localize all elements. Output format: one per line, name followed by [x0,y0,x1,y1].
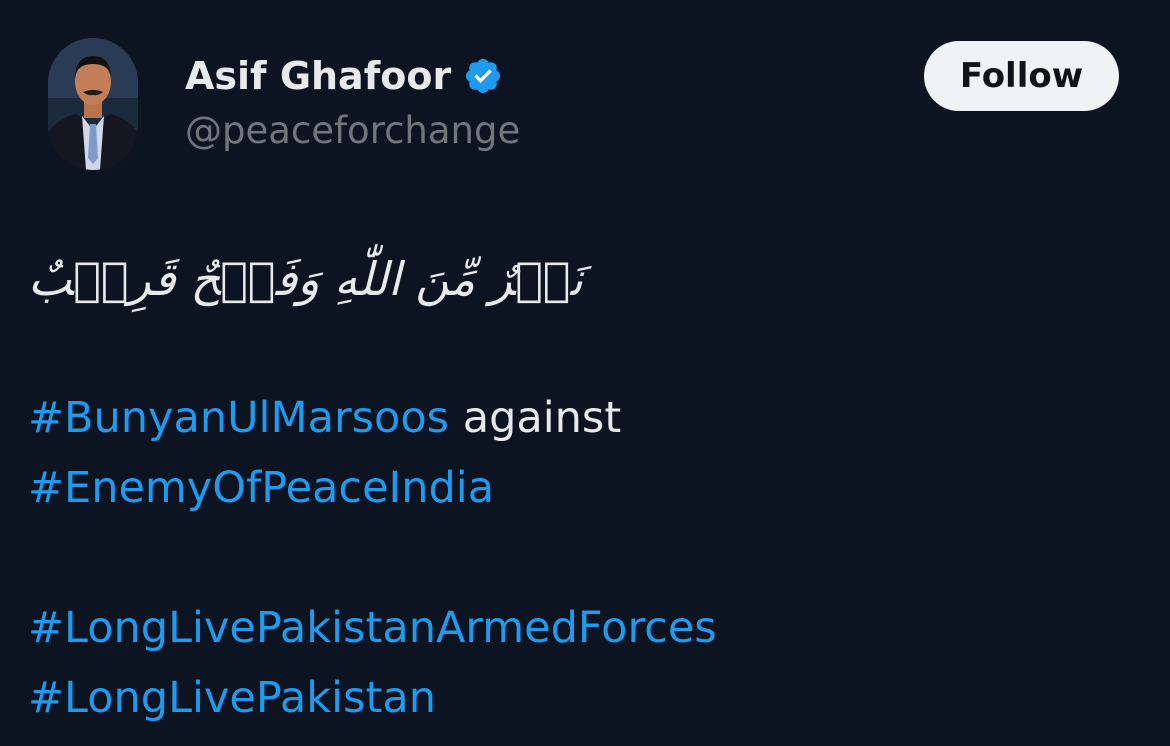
verified-badge-icon [466,58,501,94]
tweet-plain-text: against [462,393,622,443]
arabic-verse: نَصۡرٌ مِّنَ اللّٰهِ وَفَتۡحٌ قَرِيۡبٌ [28,252,584,306]
hashtag-link[interactable]: #BunyanUlMarsoos [28,393,449,443]
follow-button[interactable]: Follow [924,41,1119,111]
author-handle[interactable]: @peaceforchange [185,106,520,156]
tweet-card: Asif Ghafoor @peaceforchange Follow نَصۡ… [0,0,1170,746]
tweet-line-1: #BunyanUlMarsoos against [28,388,621,448]
hashtag-link[interactable]: #LongLivePakistan [28,673,436,723]
tweet-line-2: #EnemyOfPeaceIndia [28,458,494,518]
tweet-line-4: #LongLivePakistan [28,668,436,728]
tweet-line-3: #LongLivePakistanArmedForces [28,598,717,658]
author-display-name[interactable]: Asif Ghafoor [185,50,451,102]
hashtag-link[interactable]: #LongLivePakistanArmedForces [28,603,717,653]
author-name-row: Asif Ghafoor [185,50,503,102]
avatar-image [48,38,138,170]
hashtag-link[interactable]: #EnemyOfPeaceIndia [28,463,494,513]
avatar[interactable] [48,38,138,170]
